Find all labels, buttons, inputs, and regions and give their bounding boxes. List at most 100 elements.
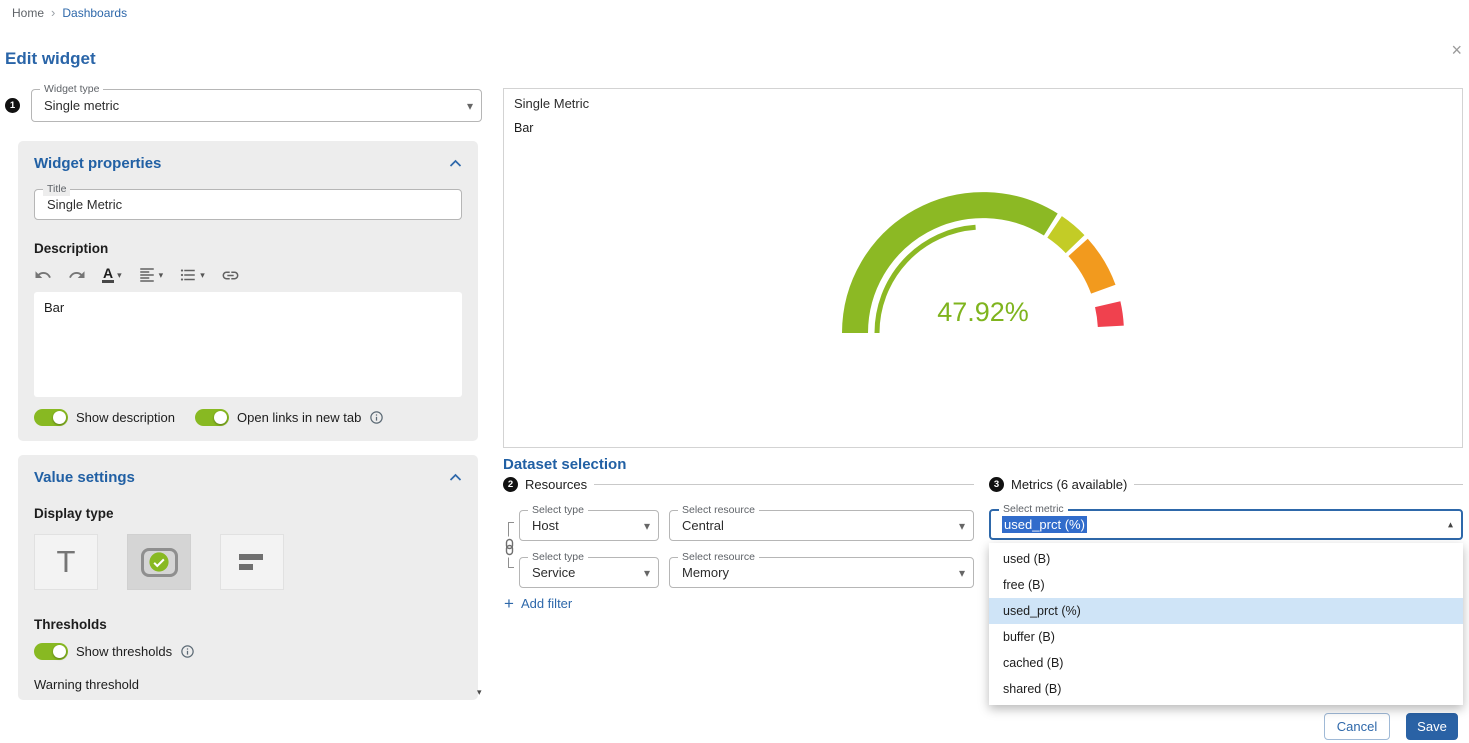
bar-display-icon [239,552,265,572]
select-resource-value: Central [682,518,724,533]
add-filter-label: Add filter [521,596,572,611]
chevron-down-icon: ▾ [644,566,650,580]
metric-option[interactable]: used (B) [989,546,1463,572]
metric-select-label: Select metric [999,503,1068,516]
chevron-up-icon: ▴ [1448,519,1453,530]
plus-icon: + [504,597,514,611]
collapse-chevron-icon[interactable] [449,473,462,482]
title-input-value: Single Metric [47,197,122,212]
metric-option[interactable]: cached (B) [989,650,1463,676]
text-color-icon: A [102,267,114,283]
display-type-label: Display type [34,507,462,521]
display-type-gauge-button[interactable] [127,534,191,590]
widget-type-value: Single metric [44,98,119,113]
text-color-button[interactable]: A ▾ [102,267,122,283]
info-icon[interactable] [369,410,384,425]
step-1-badge: 1 [5,98,20,113]
display-type-text-button[interactable]: T [34,534,98,590]
metrics-label: Metrics (6 available) [1011,477,1127,492]
chevron-down-icon: ▾ [644,519,650,533]
gauge-chart: 47.92% [833,183,1133,343]
undo-icon[interactable] [34,266,52,284]
widget-type-select[interactable]: Widget type Single metric ▾ [31,89,482,122]
chevron-down-icon: ▾ [117,270,122,281]
select-resource-memory[interactable]: Select resource Memory ▾ [669,557,974,588]
chevron-down-icon: ▾ [200,270,205,281]
cancel-button[interactable]: Cancel [1324,713,1390,740]
text-display-icon: T [57,544,76,580]
thresholds-label: Thresholds [34,618,462,632]
resources-label: Resources [525,477,587,492]
breadcrumb-chevron-icon: › [51,5,55,20]
select-type-value: Host [532,518,559,533]
dataset-selection-heading: Dataset selection [503,456,626,473]
chevron-down-icon: ▾ [467,99,473,113]
select-resource-label: Select resource [678,504,759,517]
add-filter-button[interactable]: + Add filter [504,596,572,611]
widget-preview-panel: Single Metric Bar 47.92% [503,88,1463,448]
select-resource-central[interactable]: Select resource Central ▾ [669,510,974,541]
link-icon[interactable] [221,266,240,285]
chevron-down-icon: ▾ [159,270,164,281]
metric-option[interactable]: free (B) [989,572,1463,598]
redo-icon[interactable] [68,266,86,284]
widget-type-label: Widget type [40,83,103,96]
step-2-badge: 2 [503,477,518,492]
display-type-buttons: T [34,534,462,590]
thresholds-toggle-row: Show thresholds [34,643,462,660]
divider [1134,484,1463,485]
widget-type-row: 1 Widget type Single metric ▾ [5,89,482,122]
breadcrumb-dashboards-link[interactable]: Dashboards [62,6,127,20]
gauge-value: 47.92% [937,297,1029,327]
save-button[interactable]: Save [1406,713,1458,740]
step-3-badge: 3 [989,477,1004,492]
close-icon[interactable]: × [1451,41,1462,59]
select-type-value: Service [532,565,575,580]
metrics-header: 3 Metrics (6 available) [989,477,1463,492]
open-links-label: Open links in new tab [237,410,361,425]
open-links-toggle[interactable] [195,409,229,426]
link-chain-icon [504,537,515,558]
scrollbar-down-arrow[interactable]: ▾ [477,687,482,698]
metric-option-selected[interactable]: used_prct (%) [989,598,1463,624]
widget-properties-heading: Widget properties [34,155,161,172]
breadcrumb: Home › Dashboards [12,5,127,20]
footer-actions: Cancel Save [1324,713,1458,740]
widget-properties-section: Widget properties Title Single Metric De… [18,141,478,441]
show-thresholds-toggle[interactable] [34,643,68,660]
preview-description: Bar [514,121,533,135]
display-type-bar-button[interactable] [220,534,284,590]
select-type-service[interactable]: Select type Service ▾ [519,557,659,588]
description-editor[interactable]: Bar [34,292,462,397]
metric-option[interactable]: buffer (B) [989,624,1463,650]
select-type-label: Select type [528,551,588,564]
resource-link-connector [503,506,519,588]
align-left-icon [138,266,156,284]
select-type-host[interactable]: Select type Host ▾ [519,510,659,541]
preview-title: Single Metric [514,96,589,111]
value-settings-section: Value settings Display type T Threshol [18,455,478,700]
metric-select[interactable]: Select metric used_prct (%) ▴ [989,509,1463,540]
bullet-list-icon [179,266,197,284]
show-description-toggle[interactable] [34,409,68,426]
select-resource-value: Memory [682,565,729,580]
collapse-chevron-icon[interactable] [449,159,462,168]
description-label: Description [34,242,462,256]
select-type-label: Select type [528,504,588,517]
chevron-down-icon: ▾ [959,566,965,580]
breadcrumb-home-link[interactable]: Home [12,6,44,20]
list-button[interactable]: ▾ [179,266,205,284]
resource-row: Select type Host ▾ Select resource Centr… [519,510,974,541]
metric-option[interactable]: shared (B) [989,676,1463,702]
title-input[interactable]: Title Single Metric [34,189,462,220]
divider [594,484,974,485]
align-button[interactable]: ▾ [138,266,164,284]
resources-header: 2 Resources [503,477,974,492]
resource-row: Select type Service ▾ Select resource Me… [519,557,974,588]
show-thresholds-label: Show thresholds [76,644,172,659]
rich-text-toolbar: A ▾ ▾ ▾ [34,263,462,287]
value-settings-heading: Value settings [34,469,135,486]
description-toggles-row: Show description Open links in new tab [34,409,462,426]
info-icon[interactable] [180,644,195,659]
page-title: Edit widget [5,49,96,69]
